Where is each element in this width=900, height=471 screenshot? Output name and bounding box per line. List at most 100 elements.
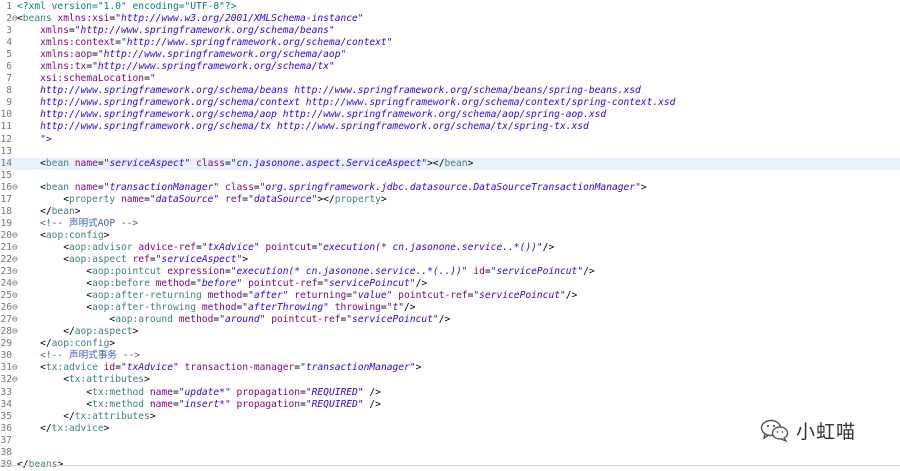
code-token: aop:after-throwing bbox=[92, 302, 197, 314]
code-token: method bbox=[155, 278, 191, 290]
code-line[interactable]: 18 </bean> bbox=[0, 206, 900, 218]
code-text: <tx:method name="update*" propagation="R… bbox=[17, 387, 381, 399]
code-token: method bbox=[178, 314, 214, 326]
code-token: "execution(* cn.jasonone.service..*(..))… bbox=[230, 266, 468, 278]
code-token: id bbox=[103, 362, 116, 374]
code-line[interactable]: 24⊖ <aop:before method="before" pointcut… bbox=[0, 278, 900, 290]
code-text: <aop:around method="around" pointcut-ref… bbox=[17, 314, 450, 326]
code-line[interactable]: 21⊖ <aop:advisor advice-ref="txAdvice" p… bbox=[0, 242, 900, 254]
code-line[interactable]: 29 </aop:config> bbox=[0, 338, 900, 350]
code-text: <property name="dataSource" ref="dataSou… bbox=[17, 194, 387, 206]
code-text: <aop:after-throwing method="afterThrowin… bbox=[17, 302, 416, 314]
line-number: 25 bbox=[0, 290, 12, 302]
code-line[interactable]: 12 "> bbox=[0, 134, 900, 146]
code-line[interactable]: 5 xmlns:aop="http://www.springframework.… bbox=[0, 49, 900, 61]
code-line[interactable]: 7 xsi:schemaLocation=" bbox=[0, 73, 900, 85]
code-line[interactable]: 14 <bean name="serviceAspect" class="cn.… bbox=[0, 157, 900, 170]
code-line[interactable]: 11 http://www.springframework.org/schema… bbox=[0, 121, 900, 133]
editor-bottom-border bbox=[0, 465, 900, 466]
code-line[interactable]: 19 <!-- 声明式AOP --> bbox=[0, 218, 900, 230]
code-token: "txAdvice" bbox=[201, 241, 260, 253]
code-token: /> bbox=[404, 302, 416, 314]
code-token: property bbox=[334, 193, 381, 205]
code-token: < bbox=[17, 193, 69, 205]
code-token: ></ bbox=[427, 157, 445, 169]
line-number: 7 bbox=[6, 73, 12, 85]
code-token: > bbox=[242, 253, 249, 265]
code-editor[interactable]: 1 <?xml version="1.0" encoding="UTF-8"?> 2… bbox=[0, 1, 900, 471]
code-token: aop:advisor bbox=[68, 241, 133, 253]
code-token: < bbox=[17, 241, 69, 253]
code-line[interactable]: 15 bbox=[0, 170, 900, 182]
code-line[interactable]: 20⊖ <aop:config> bbox=[0, 230, 900, 242]
code-line[interactable]: 33 <tx:method name="update*" propagation… bbox=[0, 387, 900, 399]
line-number: 13 bbox=[0, 145, 12, 157]
code-token: < bbox=[17, 278, 93, 290]
line-number: 4 bbox=[6, 37, 12, 49]
code-token: pointcut-ref bbox=[271, 314, 341, 326]
code-token: tx:method bbox=[92, 386, 145, 398]
code-token: "dataSource" bbox=[149, 193, 220, 205]
code-token: < bbox=[17, 386, 93, 398]
code-text: <aop:pointcut expression="execution(* cn… bbox=[17, 266, 594, 278]
code-line[interactable]: 17 <property name="dataSource" ref="data… bbox=[0, 194, 900, 206]
code-token: </ bbox=[17, 422, 52, 434]
code-line[interactable]: 23⊖ <aop:pointcut expression="execution(… bbox=[0, 266, 900, 278]
code-line[interactable]: 26⊖ <aop:after-throwing method="afterThr… bbox=[0, 302, 900, 314]
code-token: tx:attributes bbox=[68, 374, 145, 386]
watermark: 小虹喵 bbox=[760, 418, 856, 443]
code-token: property bbox=[68, 193, 116, 205]
line-number: 29 bbox=[0, 338, 12, 350]
code-token: < bbox=[17, 157, 46, 169]
code-token: method bbox=[207, 290, 243, 302]
code-line[interactable]: 4 xmlns:context="http://www.springframew… bbox=[0, 37, 900, 49]
code-line[interactable]: 3 xmlns="http://www.springframework.org/… bbox=[0, 25, 900, 37]
code-line[interactable]: 32⊖ <tx:attributes> bbox=[0, 374, 900, 386]
code-token: < bbox=[17, 398, 93, 410]
code-token: "transactionManager" bbox=[300, 362, 416, 374]
code-line[interactable]: 2⊖<beans xmlns:xsi="http://www.w3.org/20… bbox=[0, 13, 900, 25]
code-line[interactable]: 8 http://www.springframework.org/schema/… bbox=[0, 85, 900, 97]
code-token: "afterThrowing" bbox=[242, 302, 329, 314]
line-number: 17 bbox=[0, 193, 12, 205]
code-text: <!-- 声明式事务 --> bbox=[17, 350, 140, 362]
code-token: "REQUIRED" bbox=[305, 398, 364, 410]
code-token: pointcut-ref bbox=[398, 290, 468, 302]
code-line[interactable]: 1 <?xml version="1.0" encoding="UTF-8"?> bbox=[0, 1, 900, 13]
code-token: > bbox=[103, 229, 110, 241]
code-line[interactable]: 10 http://www.springframework.org/schema… bbox=[0, 109, 900, 121]
code-token: > bbox=[103, 422, 110, 434]
code-line[interactable]: 9 http://www.springframework.org/schema/… bbox=[0, 97, 900, 109]
code-text: <aop:advisor advice-ref="txAdvice" point… bbox=[17, 242, 554, 254]
line-number: 26 bbox=[0, 302, 12, 314]
code-line[interactable]: 16⊖ <bean name="transactionManager" clas… bbox=[0, 182, 900, 194]
code-text: xsi:schemaLocation=" bbox=[17, 73, 156, 85]
code-line[interactable]: 13 bbox=[0, 146, 900, 158]
code-line[interactable]: 30 <!-- 声明式事务 --> bbox=[0, 350, 900, 362]
code-line[interactable]: 38 bbox=[0, 447, 900, 459]
code-text: http://www.springframework.org/schema/be… bbox=[17, 85, 641, 97]
code-line[interactable]: 28⊖ </aop:aspect> bbox=[0, 326, 900, 338]
code-line[interactable]: 6 xmlns:tx="http://www.springframework.o… bbox=[0, 61, 900, 73]
code-token: "insert*" bbox=[178, 398, 231, 410]
line-number: 19 bbox=[0, 217, 12, 229]
code-text: xmlns:context="http://www.springframewor… bbox=[17, 37, 392, 49]
code-line[interactable]: 31⊖ <tx:advice id="txAdvice" transaction… bbox=[0, 362, 900, 374]
code-line[interactable]: 25⊖ <aop:after-returning method="after" … bbox=[0, 290, 900, 302]
code-line[interactable]: 34 <tx:method name="insert*" propagation… bbox=[0, 399, 900, 411]
code-text: <aop:before method="before" pointcut-ref… bbox=[17, 278, 427, 290]
code-token: > bbox=[132, 326, 139, 338]
code-token: "servicePoincut" bbox=[473, 290, 566, 302]
code-line[interactable]: 22⊖ <aop:aspect ref="serviceAspect"> bbox=[0, 254, 900, 266]
line-number: 23 bbox=[0, 266, 12, 278]
line-number: 33 bbox=[0, 386, 12, 398]
code-text: http://www.springframework.org/schema/ao… bbox=[17, 109, 606, 121]
code-text: http://www.springframework.org/schema/tx… bbox=[17, 121, 589, 133]
code-token: tx:method bbox=[92, 398, 145, 410]
code-token: "> bbox=[17, 133, 52, 145]
code-token: "value" bbox=[352, 290, 393, 302]
code-line[interactable]: 27⊖ <aop:around method="around" pointcut… bbox=[0, 314, 900, 326]
